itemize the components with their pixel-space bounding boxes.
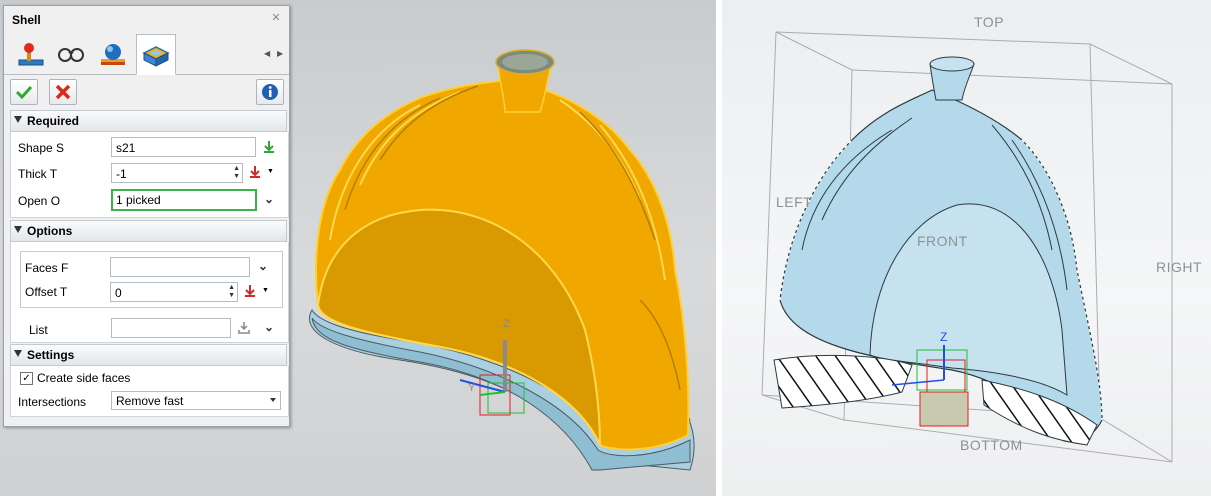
info-button[interactable]: [256, 79, 284, 105]
faces-label: Faces F: [25, 261, 69, 275]
cancel-button[interactable]: [49, 79, 77, 105]
offset-label: Offset T: [25, 285, 68, 299]
view-label-front[interactable]: FRONT: [917, 233, 968, 249]
thick-value: -1: [116, 167, 127, 181]
faces-offset-group: Faces F ⌄ Offset T 0 ▲ ▼ ▼: [20, 251, 283, 308]
intersections-label: Intersections: [18, 395, 87, 409]
dropdown-arrow-icon[interactable]: ▼: [267, 168, 274, 175]
required-section-body: Shape S s21 Thick T -1 ▲ ▼ ▼ Open O 1 pic…: [10, 132, 289, 218]
shell-panel: Shell ✕ ◀ ▶ Required Shape S s21 Thick T…: [3, 5, 290, 427]
axis-z-label: Z: [940, 330, 948, 344]
faces-field[interactable]: [110, 257, 250, 277]
list-label: List: [29, 323, 48, 337]
axis-y-label: Y: [468, 382, 476, 394]
collapse-arrow-icon: [14, 116, 22, 123]
joystick-icon: [18, 43, 44, 66]
panel-header: Shell ✕: [4, 6, 289, 32]
panel-title: Shell: [12, 13, 41, 27]
spinner-icon[interactable]: ▲ ▼: [228, 284, 235, 300]
axis-z-label: Z: [503, 318, 511, 330]
view-label-right[interactable]: RIGHT: [1156, 259, 1202, 275]
action-toolbar: [4, 75, 289, 109]
shape-field[interactable]: s21: [111, 137, 256, 157]
tab-scroll-right-icon[interactable]: ▶: [277, 49, 283, 58]
pick-green-icon[interactable]: [262, 140, 276, 157]
settings-header-label: Settings: [27, 348, 75, 362]
expand-chevron-icon[interactable]: ⌄: [264, 320, 274, 334]
required-section-header[interactable]: Required: [10, 110, 287, 132]
collapse-arrow-icon: [14, 226, 22, 233]
pick-red-icon[interactable]: [248, 165, 262, 182]
view-label-left[interactable]: LEFT: [776, 194, 812, 210]
side-faces-checkbox[interactable]: ✓: [20, 372, 33, 385]
view-label-bottom[interactable]: BOTTOM: [960, 437, 1023, 453]
options-section-body: Faces F ⌄ Offset T 0 ▲ ▼ ▼ List ⌄: [10, 242, 289, 343]
tab-joystick[interactable]: [12, 35, 50, 73]
glasses-icon: [58, 48, 84, 62]
options-header-label: Options: [27, 224, 73, 238]
right-viewport[interactable]: TOP LEFT FRONT RIGHT BOTTOM Z: [722, 0, 1211, 496]
sphere-icon: [101, 44, 125, 65]
tab-glasses[interactable]: [52, 35, 90, 73]
collapse-arrow-icon: [14, 350, 22, 357]
dropdown-arrow-icon[interactable]: ▼: [262, 287, 269, 294]
tab-scroll-left-icon[interactable]: ◀: [264, 49, 270, 58]
pick-red-icon[interactable]: [243, 284, 257, 301]
offset-field[interactable]: 0 ▲ ▼: [110, 282, 238, 302]
offset-value: 0: [115, 286, 122, 300]
shell-box-icon: [142, 45, 170, 67]
tab-strip: ◀ ▶: [4, 32, 289, 75]
view-label-top[interactable]: TOP: [974, 14, 1004, 30]
list-field[interactable]: [111, 318, 231, 338]
intersections-value: Remove fast: [116, 394, 184, 408]
expand-chevron-icon[interactable]: ⌄: [258, 259, 268, 273]
ok-button[interactable]: [10, 79, 38, 105]
required-header-label: Required: [27, 114, 80, 128]
open-label: Open O: [18, 194, 61, 208]
spinner-icon[interactable]: ▲ ▼: [233, 165, 240, 181]
expand-chevron-icon[interactable]: ⌄: [264, 192, 274, 206]
tab-sphere[interactable]: [94, 35, 132, 73]
close-icon[interactable]: ✕: [269, 11, 283, 25]
shape-label: Shape S: [18, 141, 65, 155]
open-field[interactable]: 1 picked: [111, 189, 257, 211]
settings-section-header[interactable]: Settings: [10, 344, 287, 366]
thick-field[interactable]: -1 ▲ ▼: [111, 163, 243, 183]
cross-icon: [55, 84, 71, 100]
info-icon: [262, 84, 278, 100]
settings-section-body: ✓ Create side faces Intersections Remove…: [10, 366, 289, 417]
checkmark-icon: [15, 85, 33, 100]
import-icon[interactable]: [237, 321, 251, 338]
thick-label: Thick T: [18, 167, 58, 181]
intersections-select[interactable]: Remove fast: [111, 391, 281, 410]
options-section-header[interactable]: Options: [10, 220, 287, 242]
chevron-down-icon: [270, 398, 276, 402]
tab-shell[interactable]: [136, 34, 176, 75]
side-faces-label: Create side faces: [37, 371, 131, 385]
